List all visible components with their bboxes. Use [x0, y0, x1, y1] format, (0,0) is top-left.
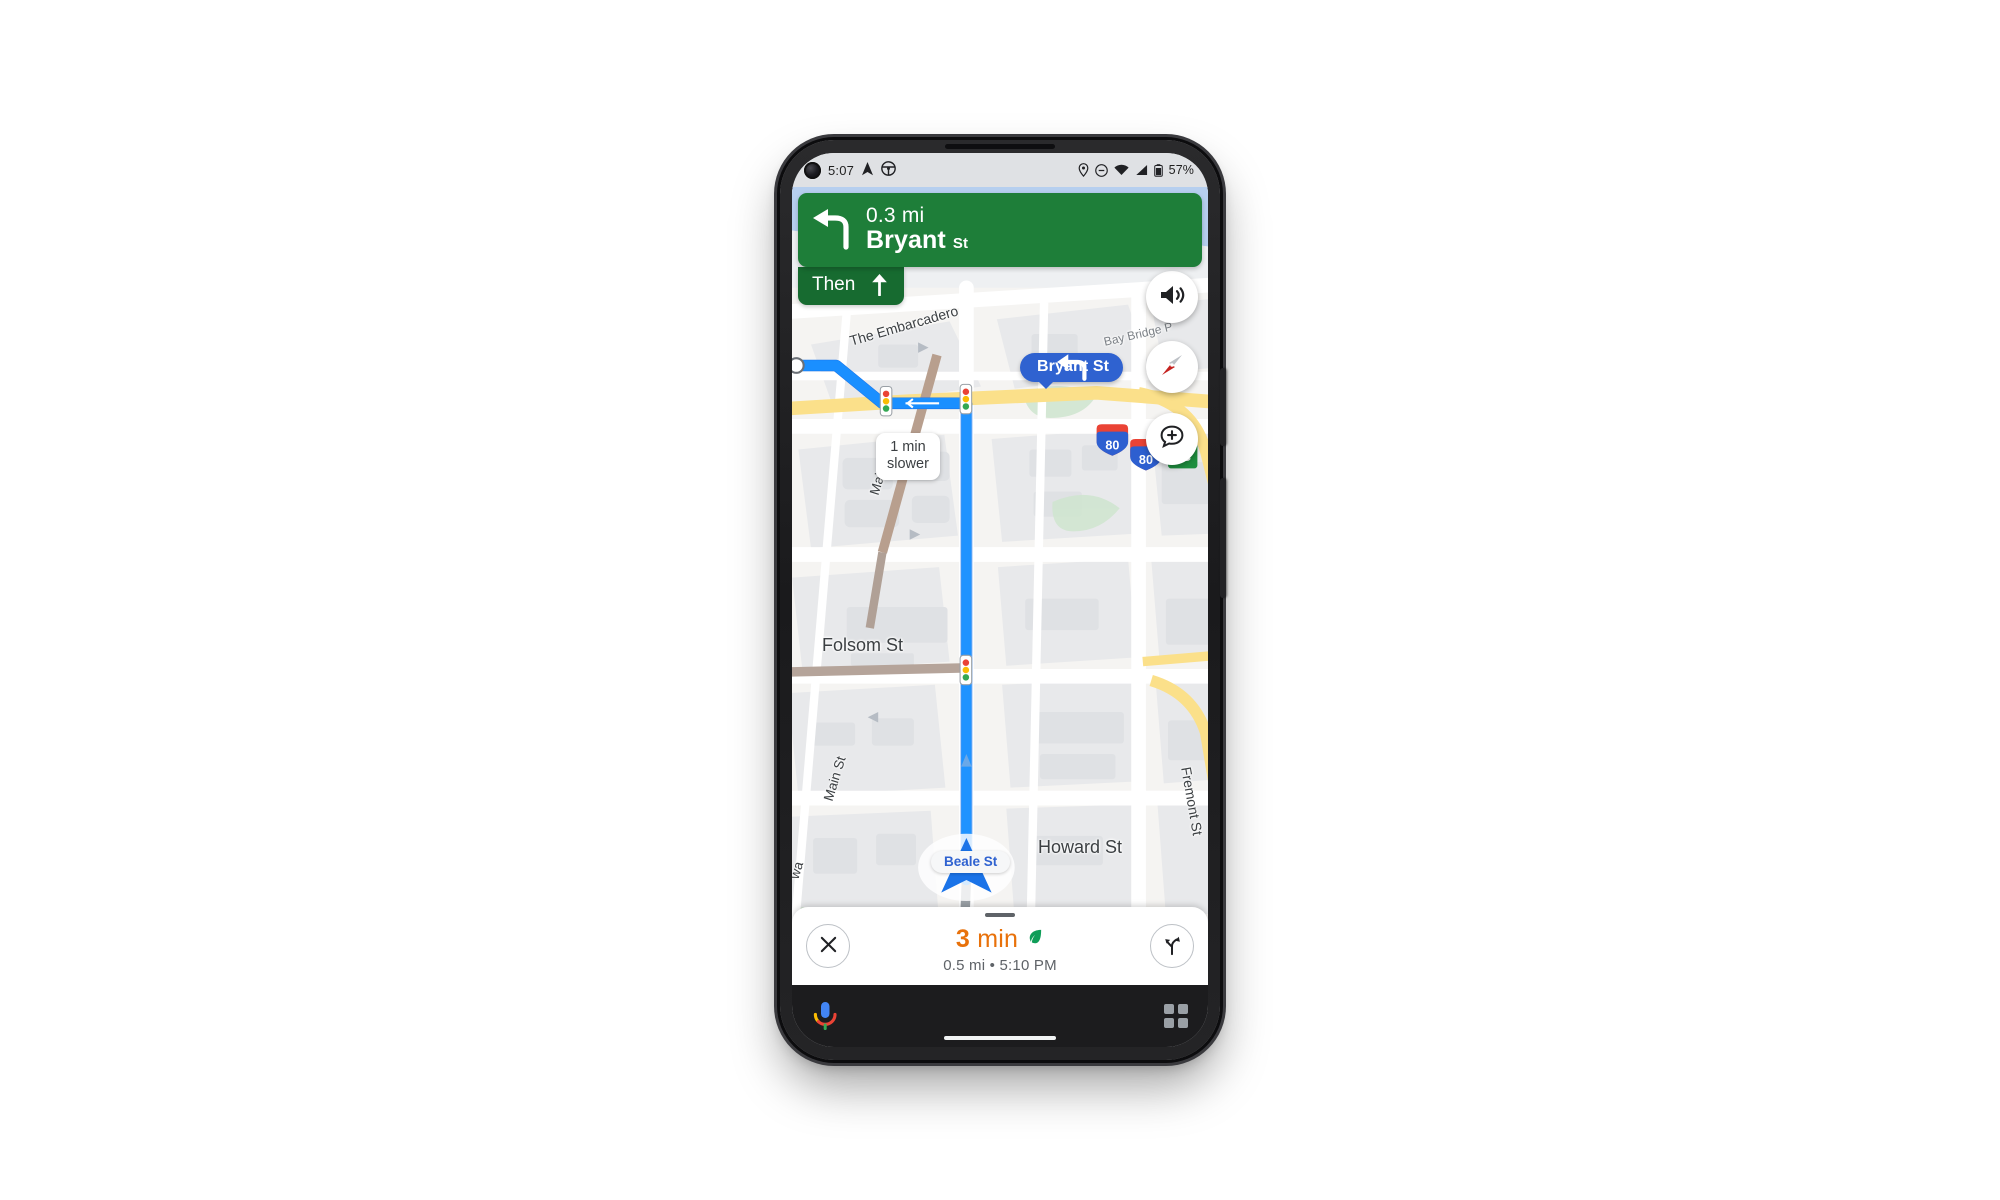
alt-route-slower-chip[interactable]: 1 min slower — [876, 433, 940, 481]
traffic-light — [959, 654, 973, 686]
battery-icon — [1153, 163, 1163, 177]
svg-text:80: 80 — [1105, 439, 1119, 453]
slower-line-2: slower — [887, 456, 929, 473]
status-time: 5:07 — [828, 162, 855, 178]
battery-percent: 57% — [1168, 163, 1194, 177]
wifi-icon — [1114, 164, 1129, 176]
android-navigation-bar — [792, 985, 1208, 1047]
map-canvas[interactable]: 80 80 2C — [792, 187, 1208, 985]
driving-mode-icon — [881, 161, 896, 179]
apps-grid-icon[interactable] — [1164, 1004, 1188, 1028]
eta-distance: 0.5 mi — [943, 956, 986, 974]
google-assistant-mic-icon[interactable] — [812, 1001, 838, 1031]
eta-minutes: 3 — [955, 924, 971, 953]
location-pin-icon — [1078, 163, 1089, 177]
next-turn-callout[interactable]: Bryant St — [1020, 353, 1124, 389]
compass-button[interactable] — [1146, 341, 1198, 393]
eta-row: 3 min — [850, 925, 1150, 954]
do-not-disturb-icon — [1094, 163, 1108, 177]
phone-screen: 5:07 57% 80 80 The Embarcadero Bay Bridg… — [792, 153, 1208, 1047]
pixel-phone-frame: 5:07 57% 80 80 The Embarcadero Bay Bridg… — [780, 140, 1226, 1060]
apps-dot — [1178, 1004, 1188, 1014]
street-suffix: St — [952, 234, 969, 252]
eta-unit: min — [977, 924, 1019, 953]
front-camera-hole — [804, 161, 821, 179]
street-main: Bryant — [866, 225, 946, 254]
eta-bottom-sheet[interactable]: 3 min 0.5 mi • 5:10 PM — [792, 907, 1208, 985]
status-bar-left: 5:07 — [804, 161, 896, 179]
signal-icon — [1135, 164, 1148, 176]
straight-arrow-icon — [871, 274, 888, 296]
sound-on-icon — [1159, 283, 1185, 312]
apps-dot — [1178, 1018, 1188, 1028]
add-report-icon — [1159, 424, 1185, 455]
instruction-text: 0.3 mi Bryant St — [866, 203, 1190, 254]
eta-details: 0.5 mi • 5:10 PM — [850, 957, 1150, 974]
add-report-button[interactable] — [1146, 413, 1198, 465]
eta-separator: • — [989, 956, 996, 974]
close-navigation-button[interactable] — [806, 924, 850, 968]
sound-toggle-button[interactable] — [1146, 271, 1198, 323]
apps-dot — [1164, 1004, 1174, 1014]
apps-dot — [1164, 1018, 1174, 1028]
status-bar-right: 57% — [1078, 163, 1194, 177]
route-alternatives-icon — [1161, 934, 1183, 959]
route-options-button[interactable] — [1150, 924, 1194, 968]
slower-line-1: 1 min — [890, 439, 926, 455]
turn-distance: 0.3 mi — [866, 203, 925, 227]
eta-arrival-time: 5:10 PM — [999, 956, 1057, 974]
turn-street-name: Bryant St — [866, 226, 968, 254]
navigation-instruction-banner[interactable]: 0.3 mi Bryant St — [798, 193, 1202, 267]
then-label: Then — [812, 274, 856, 295]
turn-left-arrow-icon — [808, 205, 856, 253]
traffic-light — [879, 385, 893, 417]
screenshot-stage: 5:07 57% 80 80 The Embarcadero Bay Bridg… — [0, 0, 2000, 1200]
volume-button[interactable] — [1220, 368, 1226, 446]
traffic-light — [959, 383, 973, 415]
status-bar: 5:07 57% — [792, 153, 1208, 187]
home-gesture-bar[interactable] — [944, 1036, 1056, 1040]
sheet-drag-handle[interactable] — [985, 913, 1015, 917]
close-x-icon — [819, 935, 838, 957]
current-street-chip: Beale St — [931, 851, 1011, 873]
power-button[interactable] — [1220, 478, 1226, 598]
eta-summary: 3 min 0.5 mi • 5:10 PM — [850, 925, 1150, 974]
then-instruction-banner[interactable]: Then — [798, 267, 905, 305]
navigation-arrow-icon — [861, 161, 874, 179]
eco-leaf-icon — [1025, 927, 1044, 951]
compass-icon — [1156, 349, 1188, 386]
eta-duration: 3 min — [956, 925, 1018, 954]
